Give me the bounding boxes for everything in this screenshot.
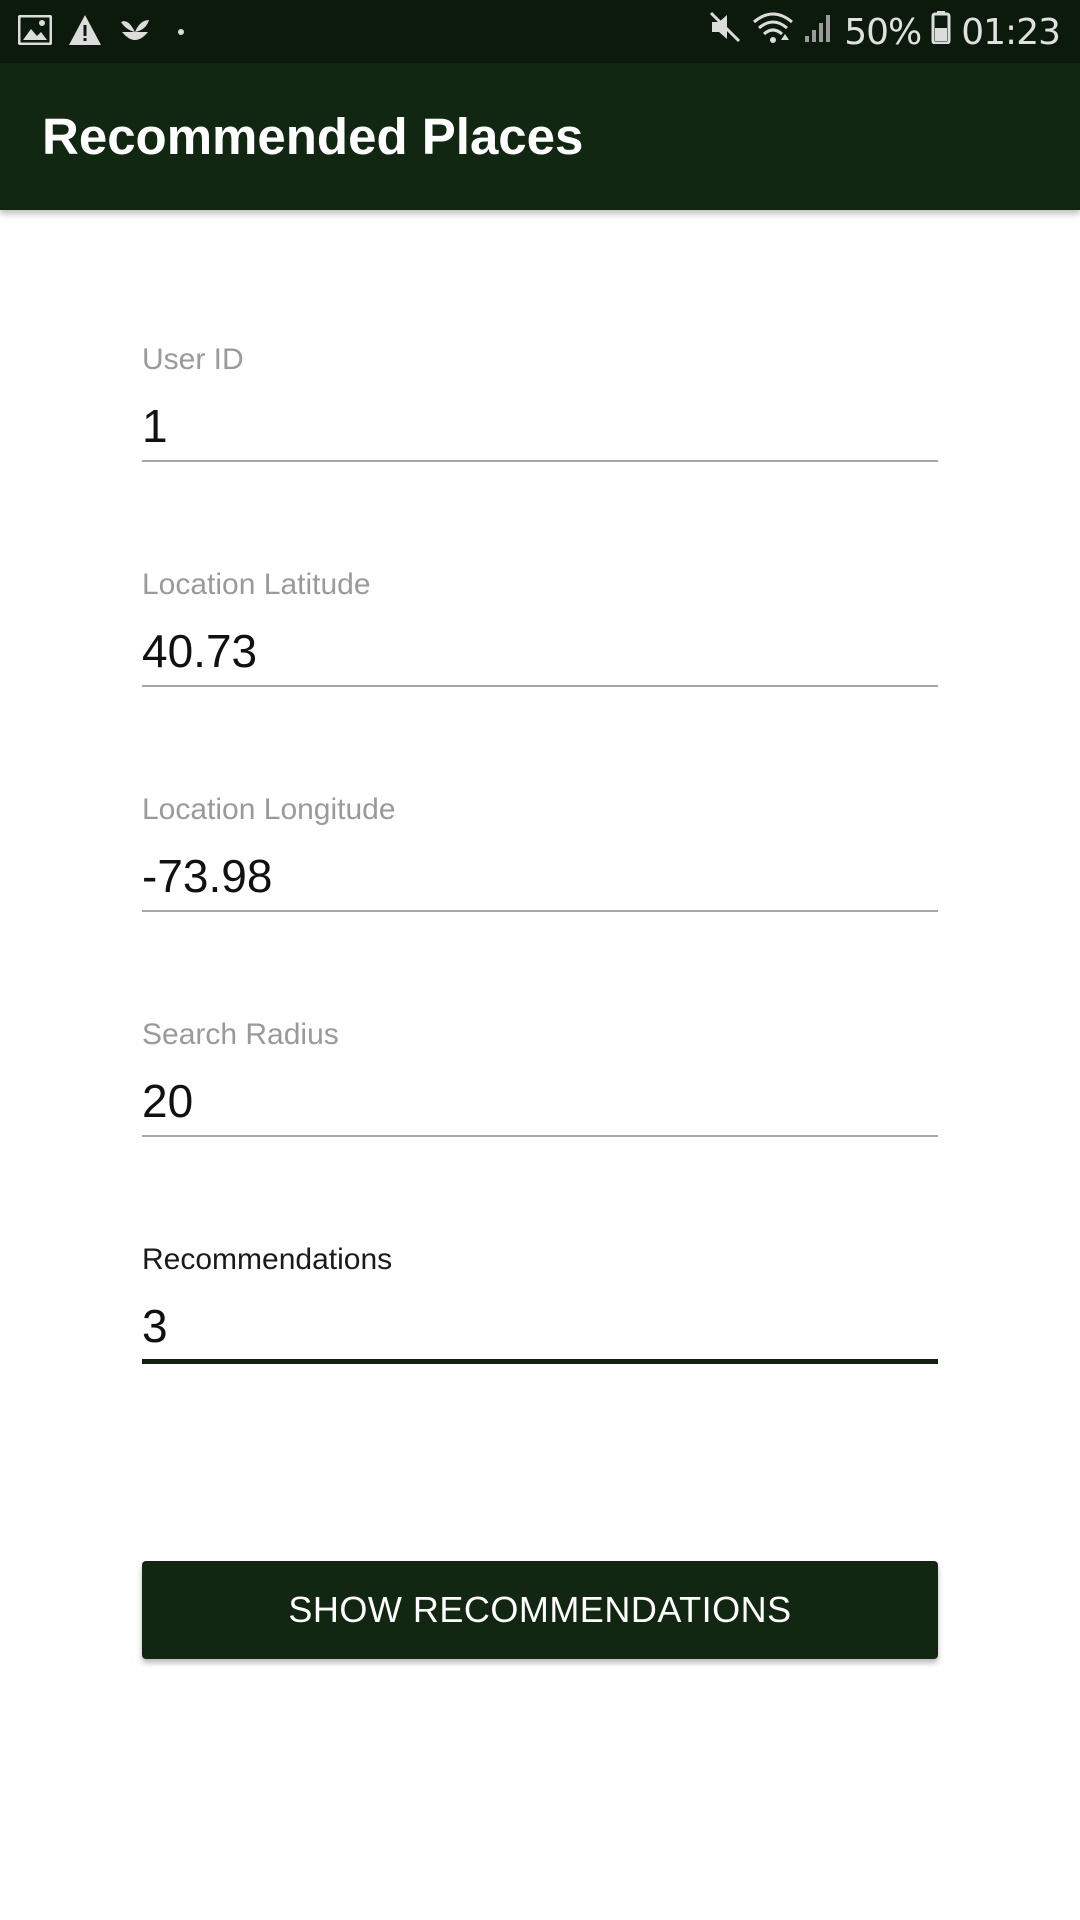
show-recommendations-button[interactable]: SHOW RECOMMENDATIONS — [142, 1561, 938, 1659]
latitude-input[interactable] — [142, 624, 938, 678]
recommendations-label: Recommendations — [142, 1243, 393, 1276]
gallery-icon — [17, 14, 53, 50]
mute-icon — [708, 10, 742, 54]
recommendations-underline — [142, 1359, 938, 1364]
dot-icon — [178, 29, 184, 35]
latitude-underline — [142, 685, 938, 687]
search-radius-underline — [142, 1135, 938, 1137]
longitude-label: Location Longitude — [142, 793, 396, 826]
user-id-input[interactable] — [142, 399, 938, 453]
user-id-underline — [142, 460, 938, 462]
status-bar: 50% 01:23 — [0, 0, 1080, 63]
wifi-icon — [752, 10, 794, 54]
battery-percent: 50% — [844, 11, 922, 53]
status-notifications — [17, 12, 184, 52]
battery-icon — [931, 10, 951, 54]
longitude-underline — [142, 910, 938, 912]
recommendations-input[interactable] — [142, 1299, 938, 1353]
signal-icon — [804, 10, 834, 54]
search-radius-input[interactable] — [142, 1074, 938, 1128]
longitude-input[interactable] — [142, 849, 938, 903]
page-title: Recommended Places — [42, 108, 584, 165]
status-system: 50% 01:23 — [708, 10, 1061, 54]
search-radius-label: Search Radius — [142, 1018, 339, 1051]
warning-icon — [68, 14, 102, 51]
app-bar: Recommended Places — [0, 63, 1080, 210]
user-id-label: User ID — [142, 343, 244, 376]
latitude-label: Location Latitude — [142, 568, 371, 601]
plant-icon — [118, 14, 152, 51]
status-time: 01:23 — [961, 11, 1061, 53]
